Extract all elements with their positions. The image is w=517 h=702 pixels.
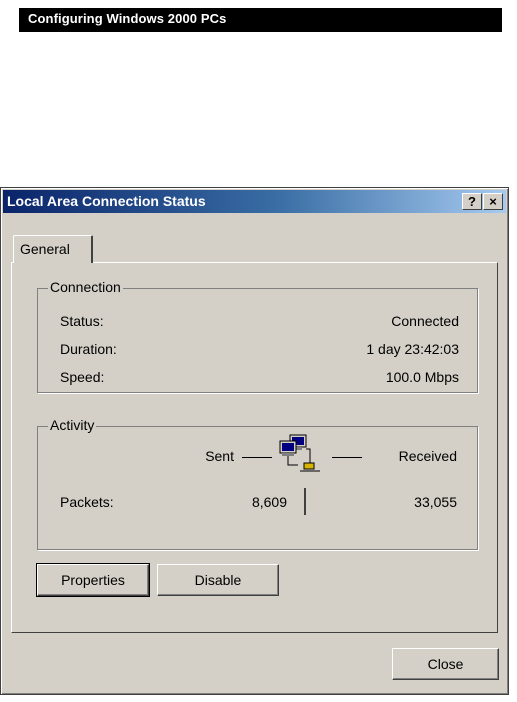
tab-general[interactable]: General (13, 235, 93, 263)
title-bar[interactable]: Local Area Connection Status ? × (3, 190, 506, 213)
network-computers-icon (276, 433, 324, 475)
disable-button[interactable]: Disable (157, 564, 279, 596)
connection-group: Connection Status: Connected Duration: 1… (37, 279, 478, 393)
tab-general-label: General (20, 241, 70, 257)
status-dialog: Local Area Connection Status ? × General… (0, 187, 509, 695)
connection-legend: Connection (48, 279, 123, 295)
close-button[interactable]: Close (392, 648, 499, 680)
help-button[interactable]: ? (462, 193, 482, 210)
banner-title: Configuring Windows 2000 PCs (28, 11, 227, 26)
activity-legend: Activity (48, 417, 97, 433)
duration-value: 1 day 23:42:03 (366, 341, 459, 357)
dialog-title: Local Area Connection Status (7, 193, 206, 209)
close-window-button[interactable]: × (483, 193, 503, 210)
received-label: Received (398, 448, 457, 464)
packets-received-value: 33,055 (414, 494, 457, 510)
activity-divider (304, 488, 306, 515)
speed-value: 100.0 Mbps (385, 369, 459, 385)
packets-label: Packets: (60, 494, 114, 510)
duration-label: Duration: (60, 341, 117, 357)
packets-sent-value: 8,609 (251, 494, 287, 510)
received-line (332, 457, 362, 458)
status-label: Status: (60, 313, 104, 329)
properties-button[interactable]: Properties (36, 563, 150, 597)
sent-line (242, 457, 272, 458)
page-banner: Configuring Windows 2000 PCs (19, 8, 502, 32)
activity-group: Activity Sent Received Packets: 8,609 33… (37, 417, 478, 550)
speed-label: Speed: (60, 369, 105, 385)
status-value: Connected (391, 313, 459, 329)
sent-label: Sent (205, 448, 234, 464)
